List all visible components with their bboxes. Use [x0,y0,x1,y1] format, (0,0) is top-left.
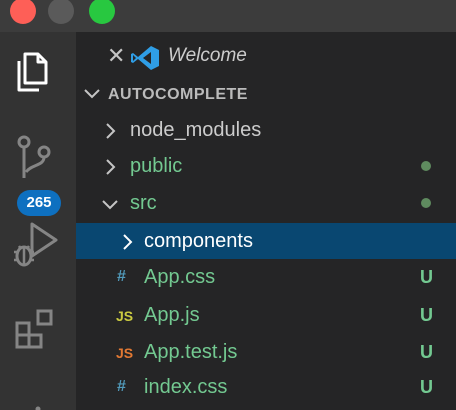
js-file-icon: JS [116,308,134,324]
css-file-icon: # [117,378,126,395]
tree-item-label: App.test.js [144,341,238,363]
run-debug-icon [14,222,58,267]
close-icon[interactable]: ✕ [107,45,125,67]
explorer-folder-header[interactable]: AUTOCOMPLETE [76,80,456,110]
open-editor-label: Welcome [168,45,247,66]
tree-item-app-test-js[interactable]: JS App.test.js U [76,334,456,370]
tree-item-label: App.js [144,304,200,326]
vscode-logo-icon [131,46,159,70]
tree-item-public[interactable]: public [76,148,456,184]
test-js-file-icon: JS [116,345,134,361]
git-status-badge: U [420,267,433,287]
more-activity-button[interactable] [0,392,76,410]
tree-item-app-js[interactable]: JS App.js U [76,297,456,333]
window-minimize-button[interactable] [48,0,74,24]
tree-item-index-css[interactable]: # index.css U [76,369,456,405]
extensions-activity-button[interactable] [0,292,76,372]
tree-item-node-modules[interactable]: node_modules [76,112,456,148]
git-status-badge: U [420,305,433,325]
activity-bar: 265 [0,32,76,410]
chevron-right-icon [106,123,116,139]
tree-item-components[interactable]: components [76,223,456,259]
window-close-button[interactable] [10,0,36,24]
git-change-dot [421,161,431,171]
source-control-activity-button[interactable] [0,112,76,192]
chevron-down-icon [84,89,100,99]
explorer-folder-name: AUTOCOMPLETE [108,86,248,103]
files-icon [17,52,48,92]
tree-item-label: index.css [144,376,228,398]
git-change-dot [421,198,431,208]
run-debug-activity-button[interactable] [0,212,76,292]
extensions-icon [15,309,53,349]
git-status-badge: U [420,377,433,397]
tree-item-label: components [144,230,253,252]
explorer-activity-button[interactable] [0,32,76,112]
git-status-badge: U [420,342,433,362]
tree-item-label: public [130,155,183,177]
chevron-right-icon [106,159,116,175]
explorer-sidebar: ✕ Welcome AUTOCOMPLETE node_modules publ… [76,32,456,410]
source-control-icon [17,135,51,178]
tree-item-label: App.css [144,266,216,288]
tree-item-app-css[interactable]: # App.css U [76,259,456,295]
chevron-down-icon [102,200,118,210]
more-icon [35,406,41,410]
css-file-icon: # [117,268,126,285]
window-maximize-button[interactable] [89,0,115,24]
tree-item-label: node_modules [130,119,262,141]
tree-item-label: src [130,192,157,214]
vscode-window: 265 ✕ Welcome AUTOCOMPLETE node_modules … [0,0,456,410]
chevron-right-icon [123,234,133,250]
title-bar [0,0,456,32]
open-editor-item[interactable]: ✕ Welcome [76,40,456,74]
tree-item-src[interactable]: src [76,185,456,221]
